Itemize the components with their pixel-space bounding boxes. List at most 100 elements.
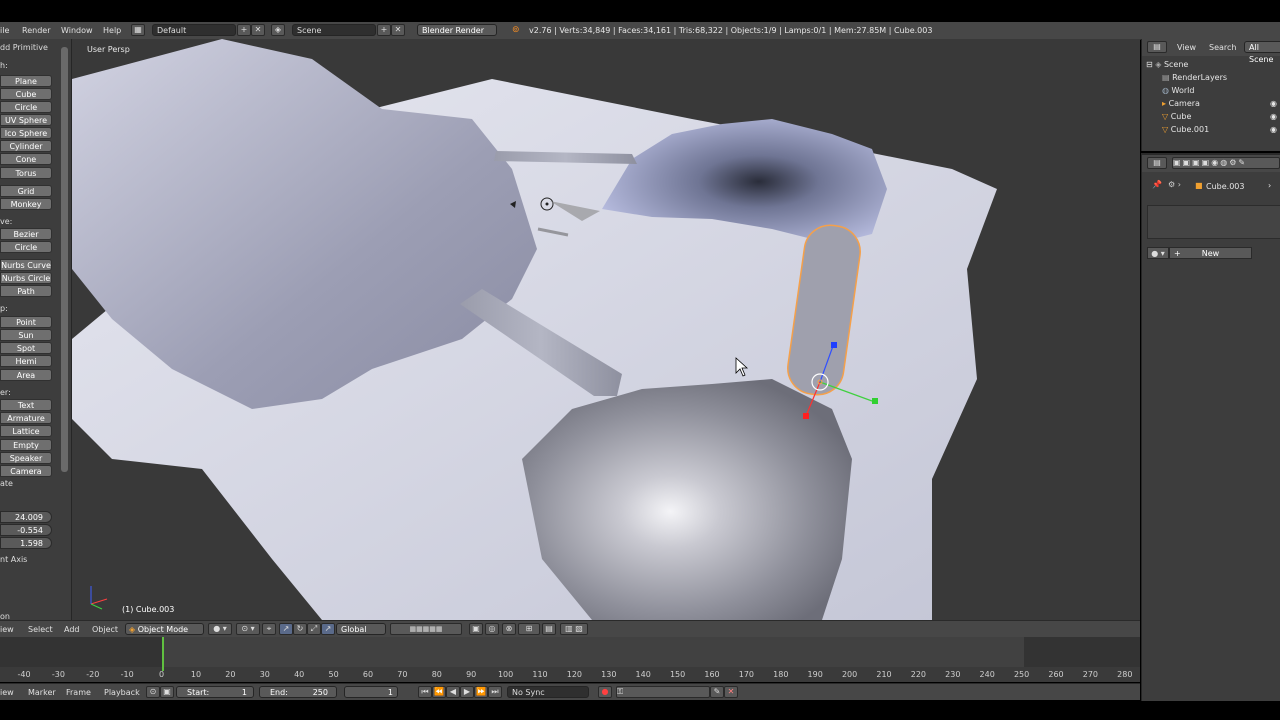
interaction-mode-dropdown[interactable]: ◈ Object Mode (125, 623, 204, 635)
lock-range-icon[interactable]: ▣ (160, 686, 174, 698)
visibility-eye-icon[interactable]: ◉ (1270, 123, 1277, 136)
render-engine-dropdown[interactable]: Blender Render (417, 24, 497, 36)
frame-cursor[interactable] (162, 637, 164, 671)
add-nurbs-curve-button[interactable]: Nurbs Curve (0, 259, 52, 271)
rotate-y-field[interactable]: -0.554 (0, 524, 52, 536)
add-path-button[interactable]: Path (0, 285, 52, 297)
props-tabs-icon[interactable]: ▣▣▣▣◉◍⚙✎ (1172, 157, 1280, 169)
preview-range-icon[interactable]: ⊙ (146, 686, 160, 698)
scene-remove-icon[interactable]: ✕ (391, 24, 405, 36)
menu-help[interactable]: Help (103, 26, 121, 35)
prev-keyframe-icon[interactable]: ⏪ (432, 686, 446, 698)
opengl-render-icon[interactable]: ▤ (542, 623, 556, 635)
visibility-eye-icon[interactable]: ◉ (1270, 110, 1277, 123)
tl-menu-marker[interactable]: Marker (28, 688, 56, 697)
proportional-edit-icon[interactable]: ◎ (485, 623, 499, 635)
material-sphere-icon[interactable]: ● ▾ (1147, 247, 1169, 259)
jump-start-icon[interactable]: ⏮ (418, 686, 432, 698)
play-reverse-icon[interactable]: ◀ (446, 686, 460, 698)
timeline-area[interactable]: -40 -30 -20 -10 0 10 20 30 40 50 60 70 80 90 100 110 120… (0, 637, 1140, 682)
add-bezier-button[interactable]: Bezier (0, 228, 52, 240)
tool-shelf-scrollbar[interactable] (61, 47, 68, 472)
tl-menu-frame[interactable]: Frame (66, 688, 91, 697)
add-uv-sphere-button[interactable]: UV Sphere (0, 114, 52, 126)
add-hemi-lamp-button[interactable]: Hemi (0, 355, 52, 367)
transform-orientation-dropdown[interactable]: Global (336, 623, 386, 635)
add-empty-button[interactable]: Empty (0, 439, 52, 451)
layer-buttons-icon[interactable]: ▦▦▦▦▦ (390, 623, 462, 635)
scale-icon[interactable]: ⤢ (307, 623, 321, 635)
pin-icon[interactable]: 📌 (1152, 180, 1162, 189)
tl-menu-playback[interactable]: Playback (104, 688, 140, 697)
add-camera-button[interactable]: Camera (0, 465, 52, 477)
add-spot-lamp-button[interactable]: Spot (0, 342, 52, 354)
rotate-z-field[interactable]: 1.598 (0, 537, 52, 549)
add-cube-button[interactable]: Cube (0, 88, 52, 100)
add-curve-circle-button[interactable]: Circle (0, 241, 52, 253)
3d-viewport[interactable]: User Persp (1) Cube.003 (72, 39, 1140, 620)
outliner-filter-dropdown[interactable]: All Scene (1244, 41, 1280, 64)
snap-element-icon[interactable]: ⊞ (518, 623, 540, 635)
snap-icon[interactable]: ⊗ (502, 623, 516, 635)
rotate-icon[interactable]: ↻ (293, 623, 307, 635)
new-material-button[interactable]: + New (1169, 247, 1252, 259)
tl-menu-view[interactable]: iew (0, 688, 14, 697)
manipulator-toggle-icon[interactable]: ⌖ (262, 623, 276, 635)
opengl-anim-icon[interactable]: ▥ ▧ (560, 623, 588, 635)
delete-keyframe-icon[interactable]: ✕ (724, 686, 738, 698)
outliner-item-world[interactable]: ◍ World (1142, 84, 1280, 97)
lock-layers-icon[interactable]: ▣ (469, 623, 483, 635)
menu-file[interactable]: ile (0, 26, 9, 35)
menu-view[interactable]: iew (0, 625, 14, 634)
add-ico-sphere-button[interactable]: Ico Sphere (0, 127, 52, 139)
add-sun-lamp-button[interactable]: Sun (0, 329, 52, 341)
jump-end-icon[interactable]: ⏭ (488, 686, 502, 698)
scene-icon[interactable]: ◈ (271, 24, 285, 36)
visibility-eye-icon[interactable]: ◉ (1270, 97, 1277, 110)
add-point-lamp-button[interactable]: Point (0, 316, 52, 328)
rotate-x-field[interactable]: 24.009 (0, 511, 52, 523)
add-lattice-button[interactable]: Lattice (0, 425, 52, 437)
menu-object[interactable]: Object (92, 625, 118, 634)
add-area-lamp-button[interactable]: Area (0, 369, 52, 381)
editor-type-icon[interactable]: ▤ (1147, 41, 1167, 53)
current-frame-field[interactable]: 1 (344, 686, 398, 698)
viewport-shading-icon[interactable]: ● ▾ (208, 623, 232, 635)
record-icon[interactable]: ● (598, 686, 612, 698)
add-monkey-button[interactable]: Monkey (0, 198, 52, 210)
outliner-item-camera[interactable]: ▸ Camera ◉ (1142, 97, 1280, 110)
play-icon[interactable]: ▶ (460, 686, 474, 698)
material-slot-list[interactable] (1147, 205, 1280, 239)
translate-icon[interactable]: ↗ (279, 623, 293, 635)
outliner-item-cube[interactable]: ▽ Cube ◉ (1142, 110, 1280, 123)
start-frame-field[interactable]: Start: 1 (176, 686, 254, 698)
add-speaker-button[interactable]: Speaker (0, 452, 52, 464)
scene-dropdown[interactable]: Scene (292, 24, 376, 36)
sync-mode-dropdown[interactable]: No Sync (507, 686, 589, 698)
add-armature-button[interactable]: Armature (0, 412, 52, 424)
menu-add[interactable]: Add (64, 625, 80, 634)
add-nurbs-circle-button[interactable]: Nurbs Circle (0, 272, 52, 284)
add-text-button[interactable]: Text (0, 399, 52, 411)
outliner-item-cube-001[interactable]: ▽ Cube.001 ◉ (1142, 123, 1280, 136)
menu-select[interactable]: Select (28, 625, 53, 634)
outliner-item-scene[interactable]: ⊟ ◈ Scene (1142, 58, 1280, 71)
scene-add-icon[interactable]: + (377, 24, 391, 36)
add-plane-button[interactable]: Plane (0, 75, 52, 87)
add-cone-button[interactable]: Cone (0, 153, 52, 165)
add-torus-button[interactable]: Torus (0, 167, 52, 179)
outliner-view-menu[interactable]: View (1177, 43, 1196, 52)
menu-render[interactable]: Render (22, 26, 50, 35)
outliner-search-menu[interactable]: Search (1209, 43, 1236, 52)
pivot-point-icon[interactable]: ⊙ ▾ (236, 623, 260, 635)
layout-icon[interactable]: ▦ (131, 24, 145, 36)
layout-dropdown[interactable]: Default (152, 24, 236, 36)
add-circle-button[interactable]: Circle (0, 101, 52, 113)
keying-set-icon[interactable]: ⚿ (616, 686, 710, 698)
insert-keyframe-icon[interactable]: ✎ (710, 686, 724, 698)
add-grid-button[interactable]: Grid (0, 185, 52, 197)
end-frame-field[interactable]: End: 250 (259, 686, 337, 698)
next-keyframe-icon[interactable]: ⏩ (474, 686, 488, 698)
layout-add-icon[interactable]: + (237, 24, 251, 36)
layout-remove-icon[interactable]: ✕ (251, 24, 265, 36)
